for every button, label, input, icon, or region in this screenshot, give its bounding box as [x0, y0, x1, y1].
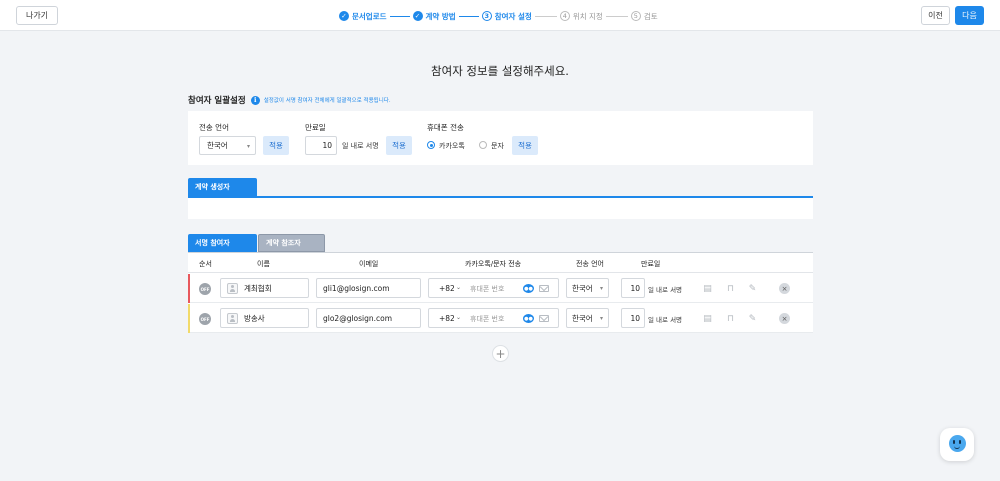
header-language: 전송 언어 [576, 260, 604, 268]
batch-language-select[interactable]: 한국어 ▾ [199, 136, 256, 155]
header-expiry: 만료일 [641, 260, 661, 268]
row-language-select[interactable]: 한국어 ▾ [566, 278, 609, 298]
tab-signer[interactable]: 서명 참여자 [188, 234, 257, 252]
message-icon[interactable]: ▤ [702, 313, 713, 324]
exit-button[interactable]: 나가기 [16, 6, 58, 25]
top-bar: 나가기 ✓ 문서업로드 ✓ 계약 방법 3 참여자 설정 4 위치 지정 5 검토 이전 … [0, 0, 1000, 31]
creator-panel [188, 196, 813, 219]
row-expiry-input[interactable]: 10 [621, 308, 645, 328]
batch-expiry-input[interactable]: 10 [305, 136, 337, 155]
chevron-down-icon: ▾ [599, 315, 603, 322]
step-3: 3 참여자 설정 [481, 11, 532, 22]
step-connector [534, 15, 557, 17]
phone-input[interactable]: 휴대폰 번호 [470, 284, 504, 294]
step-4: 4 위치 지정 [559, 11, 603, 22]
step-5: 5 검토 [630, 11, 658, 22]
country-code-select[interactable]: +82 [439, 314, 455, 323]
user-check-icon[interactable]: ✎ [747, 313, 758, 324]
batch-info-text: 설정값이 서명 참여자 전체에게 일괄적으로 적용됩니다. [263, 98, 391, 104]
phone-input[interactable]: 휴대폰 번호 [470, 314, 504, 324]
chatbot-icon [949, 435, 966, 452]
row-color-bar [188, 274, 190, 303]
tab-creator[interactable]: 계약 생성자 [188, 178, 257, 196]
apply-language-button[interactable]: 적용 [263, 136, 289, 155]
info-icon: i [250, 95, 260, 105]
expiry-label: 만료일 [305, 123, 326, 132]
header-send: 카카오톡/문자 전송 [465, 260, 522, 268]
lock-icon[interactable]: ⊓ [725, 283, 736, 294]
chevron-down-icon: ⌄ [456, 314, 462, 321]
chevron-down-icon: ⌄ [456, 284, 462, 291]
step-1: ✓ 문서업로드 [339, 11, 387, 22]
kakao-radio-label: 카카오톡 [439, 142, 465, 150]
step-connector [389, 15, 410, 17]
row-language-select[interactable]: 한국어 ▾ [566, 308, 609, 328]
kakao-icon[interactable]: ●● [523, 284, 534, 293]
participants-table: 순서 이름 이메일 카카오톡/문자 전송 전송 언어 만료일 OFF 계최협회 … [188, 252, 813, 333]
table-row: OFF 계최협회 gli1@glosign.com +82 ⌄ 휴대폰 번호 ●… [188, 274, 813, 303]
expiry-suffix: 일 내로 서명 [342, 142, 379, 150]
step-connector [458, 15, 479, 17]
table-row: OFF 방송사 glo2@glosign.com +82 ⌄ 휴대폰 번호 ●●… [188, 304, 813, 333]
batch-settings-title: 참여자 일괄설정 i 설정값이 서명 참여자 전체에게 일괄적으로 적용됩니다. [188, 95, 391, 106]
add-participant-button[interactable]: + [492, 345, 509, 362]
page-title: 참여자 정보를 설정해주세요. [431, 64, 569, 78]
step-2: ✓ 계약 방법 [412, 11, 456, 22]
table-header: 순서 이름 이메일 카카오톡/문자 전송 전송 언어 만료일 [188, 253, 813, 273]
row-expiry-input[interactable]: 10 [621, 278, 645, 298]
lock-icon[interactable]: ⊓ [725, 313, 736, 324]
user-check-icon[interactable]: ✎ [747, 283, 758, 294]
person-icon [227, 312, 238, 324]
country-code-select[interactable]: +82 [439, 284, 455, 293]
person-icon [227, 282, 238, 294]
mail-icon[interactable] [539, 285, 549, 292]
message-icon[interactable]: ▤ [702, 283, 713, 294]
sms-radio[interactable] [479, 141, 487, 149]
phone-input-group[interactable]: +82 ⌄ 휴대폰 번호 ●● [428, 308, 559, 328]
check-icon: ✓ [412, 11, 423, 21]
chevron-down-icon: ▾ [599, 285, 603, 292]
kakao-radio[interactable] [427, 141, 435, 149]
remove-row-button[interactable]: × [779, 283, 790, 294]
order-toggle[interactable]: OFF [199, 313, 211, 325]
tab-reference[interactable]: 계약 참조자 [258, 234, 325, 252]
apply-expiry-button[interactable]: 적용 [386, 136, 412, 155]
header-order: 순서 [199, 260, 212, 268]
phone-input-group[interactable]: +82 ⌄ 휴대폰 번호 ●● [428, 278, 559, 298]
prev-button[interactable]: 이전 [921, 6, 950, 25]
header-email: 이메일 [359, 260, 379, 268]
chat-support-button[interactable] [940, 428, 974, 461]
header-name: 이름 [257, 260, 270, 268]
order-toggle[interactable]: OFF [199, 283, 211, 295]
step-indicator: ✓ 문서업로드 ✓ 계약 방법 3 참여자 설정 4 위치 지정 5 검토 [339, 10, 658, 22]
kakao-icon[interactable]: ●● [523, 314, 534, 323]
remove-row-button[interactable]: × [779, 313, 790, 324]
step-connector [605, 15, 628, 17]
chevron-down-icon: ▾ [246, 143, 250, 150]
check-icon: ✓ [339, 11, 349, 21]
mail-icon[interactable] [539, 315, 549, 322]
email-input[interactable]: glo2@glosign.com [316, 308, 421, 328]
apply-phone-button[interactable]: 적용 [512, 136, 538, 155]
row-expiry-suffix: 일 내로 서명 [648, 286, 683, 294]
row-color-bar [188, 304, 190, 333]
language-label: 전송 언어 [199, 123, 229, 132]
sms-radio-label: 문자 [491, 142, 504, 150]
phone-send-label: 휴대폰 전송 [427, 123, 464, 132]
next-button[interactable]: 다음 [955, 6, 984, 25]
batch-settings-panel: 전송 언어 한국어 ▾ 적용 만료일 10 일 내로 서명 적용 휴대폰 전송 … [188, 111, 813, 165]
name-input[interactable]: 계최협회 [220, 278, 309, 298]
name-input[interactable]: 방송사 [220, 308, 309, 328]
row-expiry-suffix: 일 내로 서명 [648, 316, 683, 324]
email-input[interactable]: gli1@glosign.com [316, 278, 421, 298]
